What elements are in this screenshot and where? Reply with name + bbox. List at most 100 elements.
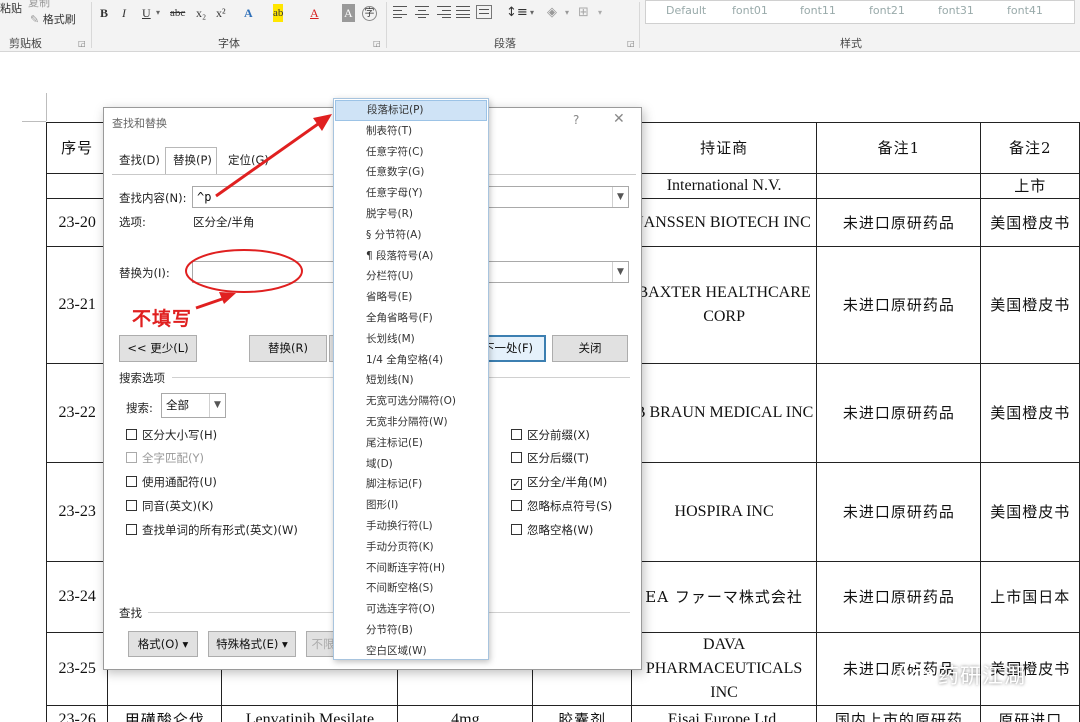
menu-item[interactable]: 任意字符(C): [335, 142, 487, 163]
menu-item[interactable]: 图形(I): [335, 495, 487, 516]
menu-item[interactable]: 1/4 全角空格(4): [335, 350, 487, 371]
menu-item[interactable]: 长划线(M): [335, 329, 487, 350]
menu-item[interactable]: 任意字母(Y): [335, 183, 487, 204]
style-item[interactable]: font01: [732, 4, 768, 17]
close-icon[interactable]: ✕: [613, 111, 625, 127]
menu-item[interactable]: 分栏符(U): [335, 266, 487, 287]
paste-button[interactable]: 粘贴: [0, 0, 22, 17]
match-suffix-checkbox[interactable]: 区分后缀(T): [511, 450, 589, 466]
style-item[interactable]: font31: [938, 4, 974, 17]
menu-item[interactable]: 脚注标记(F): [335, 474, 487, 495]
underline-dropdown-icon[interactable]: ▾: [156, 4, 160, 22]
menu-item[interactable]: 手动分页符(K): [335, 537, 487, 558]
note1-cell: 未进口原研药品: [816, 561, 982, 633]
line-spacing-dropdown-icon[interactable]: ▾: [530, 4, 534, 21]
menu-item[interactable]: § 分节符(A): [335, 225, 487, 246]
close-button[interactable]: 关闭: [552, 335, 628, 362]
match-prefix-checkbox[interactable]: 区分前缀(X): [511, 427, 590, 443]
enclose-char-button[interactable]: 字: [362, 6, 377, 21]
checkbox-box[interactable]: [511, 452, 522, 463]
checkbox-box[interactable]: [511, 500, 522, 511]
format-painter-button[interactable]: ✎ 格式刷: [30, 11, 76, 28]
subscript-button[interactable]: x₂: [196, 4, 206, 22]
menu-item[interactable]: 域(D): [335, 454, 487, 475]
menu-item[interactable]: 手动换行符(L): [335, 516, 487, 537]
less-button[interactable]: << 更少(L): [119, 335, 197, 362]
menu-item[interactable]: 无宽非分隔符(W): [335, 412, 487, 433]
checkbox-box[interactable]: [511, 524, 522, 535]
sounds-like-checkbox[interactable]: 同音(英文)(K): [126, 498, 214, 514]
tab-goto[interactable]: 定位(G): [228, 152, 269, 168]
menu-item[interactable]: 分节符(B): [335, 620, 487, 641]
align-right-icon[interactable]: [437, 6, 451, 18]
borders-icon[interactable]: ⊞: [578, 4, 589, 21]
menu-item[interactable]: 制表符(T): [335, 121, 487, 142]
text-effect-button[interactable]: A: [244, 4, 253, 22]
tab-replace[interactable]: 替换(P): [173, 152, 212, 168]
special-button[interactable]: 特殊格式(E) ▾: [208, 631, 296, 657]
menu-item[interactable]: 全角省略号(F): [335, 308, 487, 329]
chevron-down-icon[interactable]: ▼: [209, 394, 225, 417]
justify-icon[interactable]: [456, 6, 470, 18]
chevron-down-icon[interactable]: ▼: [612, 262, 628, 282]
clipboard-group-label: 剪贴板: [9, 37, 42, 50]
clipboard-launcher-icon[interactable]: ◲: [78, 39, 86, 48]
format-button[interactable]: 格式(O) ▾: [128, 631, 198, 657]
align-center-icon[interactable]: [415, 6, 429, 18]
style-item[interactable]: font21: [869, 4, 905, 17]
menu-item[interactable]: ¶ 段落符号(A): [335, 246, 487, 267]
tab-find[interactable]: 查找(D): [119, 152, 160, 168]
shading-dropdown-icon[interactable]: ▾: [565, 4, 569, 21]
paragraph-launcher-icon[interactable]: ◲: [627, 39, 635, 48]
style-item[interactable]: font11: [800, 4, 836, 17]
all-word-forms-checkbox[interactable]: 查找单词的所有形式(英文)(W): [126, 522, 298, 538]
menu-item[interactable]: 尾注标记(E): [335, 433, 487, 454]
menu-item[interactable]: 任意数字(G): [335, 162, 487, 183]
menu-item[interactable]: 不间断空格(S): [335, 578, 487, 599]
char-shading-button[interactable]: A: [342, 4, 355, 22]
strikethrough-button[interactable]: abc: [170, 4, 185, 22]
menu-item[interactable]: 无宽可选分隔符(O): [335, 391, 487, 412]
margin-mark: [22, 121, 46, 122]
checkbox-box[interactable]: [126, 524, 137, 535]
checkbox-box[interactable]: [126, 452, 137, 463]
font-color-button[interactable]: A: [310, 4, 319, 22]
font-launcher-icon[interactable]: ◲: [373, 39, 381, 48]
whole-word-checkbox[interactable]: 全字匹配(Y): [126, 450, 204, 466]
ignore-punctuation-checkbox[interactable]: 忽略标点符号(S): [511, 498, 612, 514]
menu-item[interactable]: 段落标记(P): [335, 100, 487, 121]
menu-item[interactable]: 可选连字符(O): [335, 599, 487, 620]
styles-gallery[interactable]: Default font01 font11 font21 font31 font…: [645, 0, 1075, 24]
wildcards-checkbox[interactable]: 使用通配符(U): [126, 474, 217, 490]
checkbox-box[interactable]: [126, 429, 137, 440]
ignore-space-checkbox[interactable]: 忽略空格(W): [511, 522, 593, 538]
bold-button[interactable]: B: [100, 4, 108, 22]
align-left-icon[interactable]: [393, 6, 407, 18]
menu-item[interactable]: 空白区域(W): [335, 641, 487, 662]
chevron-down-icon[interactable]: ▼: [612, 187, 628, 207]
checkmark-icon[interactable]: ✓: [511, 479, 522, 490]
checkbox-box[interactable]: [126, 500, 137, 511]
style-item[interactable]: Default: [666, 4, 706, 17]
superscript-button[interactable]: x²: [216, 4, 226, 22]
match-case-checkbox[interactable]: 区分大小写(H): [126, 427, 217, 443]
menu-item[interactable]: 短划线(N): [335, 370, 487, 391]
distributed-icon[interactable]: [476, 5, 492, 19]
menu-item[interactable]: 脱字号(R): [335, 204, 487, 225]
search-direction-select[interactable]: 全部 ▼: [161, 393, 226, 418]
underline-button[interactable]: U: [142, 4, 151, 22]
menu-item[interactable]: 省略号(E): [335, 287, 487, 308]
line-spacing-icon[interactable]: ↕≡: [506, 4, 528, 21]
italic-button[interactable]: I: [122, 4, 126, 22]
checkbox-box[interactable]: [126, 476, 137, 487]
menu-item[interactable]: 不间断连字符(H): [335, 558, 487, 579]
match-width-checkbox[interactable]: ✓ 区分全/半角(M): [511, 474, 607, 490]
help-icon[interactable]: ?: [573, 113, 579, 127]
copy-button[interactable]: 复制: [28, 0, 50, 11]
checkbox-box[interactable]: [511, 429, 522, 440]
shading-icon[interactable]: ◈: [547, 4, 557, 21]
style-item[interactable]: font41: [1007, 4, 1043, 17]
highlight-button[interactable]: ab: [273, 4, 284, 22]
replace-button[interactable]: 替换(R): [249, 335, 327, 362]
borders-dropdown-icon[interactable]: ▾: [598, 4, 602, 21]
